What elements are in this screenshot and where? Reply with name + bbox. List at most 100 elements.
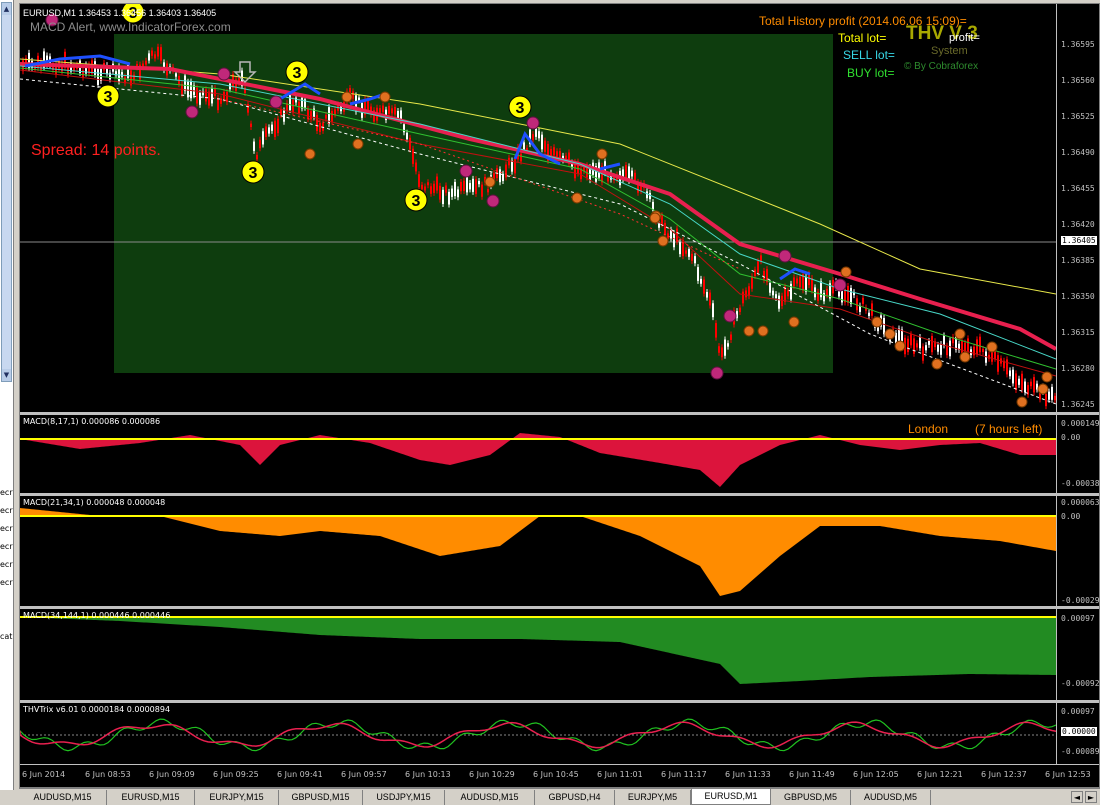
- tab-gbpusd-m5[interactable]: GBPUSD,M5: [771, 790, 851, 805]
- candle-body: [928, 340, 930, 345]
- signal-dot-icon: [459, 164, 473, 178]
- tab-scroll-right-icon[interactable]: ►: [1085, 791, 1097, 803]
- candle-body: [289, 94, 291, 111]
- price-chart: 333333: [20, 4, 1056, 410]
- signal-dot-icon: [788, 316, 800, 328]
- panel-item[interactable]: ecr: [0, 542, 13, 551]
- candle-body: [646, 191, 648, 199]
- price-label: 1.36525: [1061, 112, 1095, 121]
- candle-body: [697, 267, 699, 281]
- candle-body: [1033, 377, 1035, 393]
- candle-body: [316, 115, 318, 132]
- axis-label: -0.00029: [1061, 596, 1100, 605]
- candle-body: [559, 151, 561, 158]
- tab-eurjpy-m15[interactable]: EURJPY,M15: [195, 790, 279, 805]
- tab-gbpusd-m15[interactable]: GBPUSD,M15: [279, 790, 363, 805]
- signal-dot-icon: [986, 341, 998, 353]
- tab-audusd-m15-2[interactable]: AUDUSD,M15: [445, 790, 535, 805]
- candle-body: [718, 346, 720, 353]
- candle-body: [631, 170, 633, 177]
- tab-eurusd-m15[interactable]: EURUSD,M15: [107, 790, 195, 805]
- panel-item[interactable]: ecr: [0, 488, 13, 497]
- macd-fast-pane[interactable]: MACD(8,17,1) 0.000086 0.000086 London (7…: [20, 415, 1056, 493]
- candle-body: [391, 108, 393, 114]
- candle-body: [478, 181, 480, 185]
- time-label: 6 Jun 11:49: [789, 770, 835, 779]
- chart-title: EURUSD,M1 1.36453 1.36456 1.36403 1.3640…: [23, 8, 217, 18]
- time-label: 6 Jun 08:53: [85, 770, 131, 779]
- signal-dot-icon: [1041, 371, 1053, 383]
- price-chart-pane[interactable]: 333333 EURUSD,M1 1.36453 1.36456 1.36403…: [20, 4, 1056, 412]
- signal-dot-icon: [778, 249, 792, 263]
- candle-body: [466, 175, 468, 193]
- macd-slow-pane[interactable]: MACD(34,144,1) 0.000446 0.000446: [20, 609, 1056, 700]
- signal-dot-icon: [185, 105, 199, 119]
- macd-mid-axis: 0.000063 0.00 -0.00029: [1056, 496, 1100, 606]
- macd-fast-axis: 0.000149 0.00 -0.000383: [1056, 415, 1099, 493]
- candle-body: [382, 105, 384, 113]
- time-label: 6 Jun 11:33: [725, 770, 771, 779]
- signal-dot-icon: [379, 91, 391, 103]
- candle-body: [145, 60, 147, 65]
- candle-body: [658, 223, 660, 228]
- candle-body: [208, 91, 210, 106]
- candle-body: [850, 288, 852, 305]
- candle-body: [805, 276, 807, 292]
- panel-item[interactable]: ecr: [0, 578, 13, 587]
- macd-fast-histogram: [20, 433, 1056, 487]
- tab-eurjpy-m5[interactable]: EURJPY,M5: [615, 790, 691, 805]
- candle-body: [394, 106, 396, 115]
- chart-window[interactable]: 333333 EURUSD,M1 1.36453 1.36456 1.36403…: [19, 3, 1100, 788]
- time-axis[interactable]: 6 Jun 2014 6 Jun 08:53 6 Jun 09:09 6 Jun…: [20, 764, 1099, 787]
- candle-body: [709, 292, 711, 306]
- panel-item[interactable]: ecr: [0, 560, 13, 569]
- signal-dot-icon: [484, 176, 496, 188]
- candle-body: [544, 140, 546, 152]
- panel-item[interactable]: ecr: [0, 524, 13, 533]
- price-axis[interactable]: 1.36595 1.36560 1.36525 1.36490 1.36455 …: [1056, 4, 1099, 412]
- tab-audusd-m5[interactable]: AUDUSD,M5: [851, 790, 931, 805]
- candle-body: [505, 164, 507, 178]
- tab-audusd-m15[interactable]: AUDUSD,M15: [19, 790, 107, 805]
- candle-body: [727, 343, 729, 347]
- candle-body: [439, 185, 441, 200]
- panel-item[interactable]: ecr: [0, 506, 13, 515]
- tab-scroll-left-icon[interactable]: ◄: [1071, 791, 1083, 803]
- signal-dot-icon: [571, 192, 583, 204]
- macd-fast-area: [20, 433, 1056, 487]
- candle-body: [247, 104, 249, 113]
- macd-mid-pane[interactable]: MACD(21,34,1) 0.000048 0.000048: [20, 496, 1056, 606]
- scroll-up-icon[interactable]: ▲: [2, 3, 11, 15]
- scroll-down-icon[interactable]: ▼: [2, 369, 11, 381]
- candle-body: [868, 312, 870, 317]
- panel-item[interactable]: cat: [0, 632, 12, 641]
- candle-body: [967, 338, 969, 353]
- session-london: London: [908, 422, 949, 436]
- panel-scrollbar[interactable]: ▲ ▼: [1, 2, 12, 382]
- tab-gbpusd-h4[interactable]: GBPUSD,H4: [535, 790, 615, 805]
- tab-usdjpy-m15[interactable]: USDJPY,M15: [363, 790, 445, 805]
- signal-dot-icon: [894, 340, 906, 352]
- candle-body: [739, 307, 741, 312]
- signal-dot-icon: [723, 309, 737, 323]
- time-label: 6 Jun 09:09: [149, 770, 195, 779]
- tab-eurusd-m1[interactable]: EURUSD,M1: [691, 789, 771, 805]
- candle-body: [154, 54, 156, 59]
- candle-body: [823, 292, 825, 302]
- candle-body: [1015, 373, 1017, 390]
- candle-body: [763, 270, 765, 281]
- candle-body: [454, 181, 456, 197]
- candle-body: [847, 285, 849, 303]
- axis-label: 0.00000: [1061, 727, 1097, 736]
- candle-body: [406, 132, 408, 140]
- candle-body: [883, 317, 885, 335]
- trix-pane[interactable]: THVTrix v6.01 0.0000184 0.0000894: [20, 703, 1056, 764]
- price-label: 1.36490: [1061, 148, 1095, 157]
- candle-body: [415, 162, 417, 172]
- candle-body: [196, 87, 198, 104]
- candle-body: [412, 148, 414, 164]
- candle-body: [787, 290, 789, 297]
- chart-tabs: AUDUSD,M15 EURUSD,M15 EURJPY,M15 GBPUSD,…: [19, 788, 1100, 805]
- signal-dot-icon: [710, 366, 724, 380]
- candle-body: [1030, 381, 1032, 387]
